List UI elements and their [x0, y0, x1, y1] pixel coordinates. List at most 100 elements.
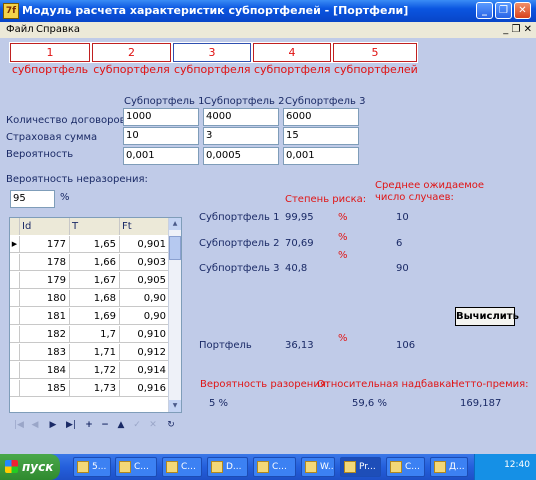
grid-cell-ft[interactable]: 0,903 [120, 254, 170, 271]
taskbar-button[interactable]: C... [115, 457, 157, 477]
probability-field-3[interactable]: 0,001 [283, 147, 359, 165]
data-grid[interactable]: Id T Ft ▶ 177 1,65 0,901 178 1,66 0,903 179 1,67… [9, 217, 182, 413]
grid-cell-t[interactable]: 1,69 [70, 308, 120, 325]
nav-next-button[interactable]: ▶ [47, 419, 59, 431]
nav-edit-button[interactable]: ▲ [115, 419, 127, 431]
grid-cell-t[interactable]: 1,65 [70, 236, 120, 253]
grid-indicator-header [10, 218, 20, 235]
grid-cell-t[interactable]: 1,72 [70, 362, 120, 379]
non-ruin-probability-input[interactable]: 95 [10, 190, 55, 208]
grid-header-ft[interactable]: Ft [120, 218, 170, 235]
app-icon [77, 461, 89, 473]
grid-cell-id[interactable]: 178 [20, 254, 70, 271]
ruin-probability-label: Вероятность разорения: [200, 379, 330, 390]
tab-5-subportfolios[interactable]: 5 субпортфелей [332, 42, 418, 76]
scroll-down-arrow[interactable]: ▼ [169, 400, 181, 412]
table-row[interactable]: ▶ 177 1,65 0,901 [10, 236, 170, 253]
grid-cell-t[interactable]: 1,7 [70, 326, 120, 343]
start-button[interactable]: пуск [0, 454, 60, 480]
nav-post-button[interactable]: ✓ [131, 419, 143, 431]
label-probability: Вероятность [6, 149, 74, 160]
tab-2-subportfolios[interactable]: 2 субпортфеля [91, 42, 172, 76]
grid-cell-ft[interactable]: 0,912 [120, 344, 170, 361]
nav-first-button[interactable]: |◀ [13, 419, 25, 431]
grid-cell-ft[interactable]: 0,905 [120, 272, 170, 289]
grid-cell-t[interactable]: 1,68 [70, 290, 120, 307]
probability-field-2[interactable]: 0,0005 [203, 147, 279, 165]
nav-prior-button[interactable]: ◀ [29, 419, 41, 431]
grid-cell-id[interactable]: 177 [20, 236, 70, 253]
nav-last-button[interactable]: ▶| [65, 419, 77, 431]
scroll-thumb[interactable] [169, 236, 181, 260]
sum-field-1[interactable]: 10 [123, 127, 199, 145]
grid-header-t[interactable]: T [70, 218, 120, 235]
taskbar-button[interactable]: C... [162, 457, 202, 477]
grid-cell-id[interactable]: 184 [20, 362, 70, 379]
system-tray: 12:40 [474, 454, 536, 480]
nav-insert-button[interactable]: + [83, 419, 95, 431]
grid-cell-ft[interactable]: 0,901 [120, 236, 170, 253]
grid-cell-t[interactable]: 1,67 [70, 272, 120, 289]
table-row[interactable]: 184 1,72 0,914 [10, 362, 170, 379]
taskbar-button-label: W... [320, 462, 335, 472]
taskbar-button[interactable]: W... [301, 457, 335, 477]
table-row[interactable]: 183 1,71 0,912 [10, 344, 170, 361]
title-bar[interactable]: 7f Модуль расчета характеристик субпортф… [0, 0, 536, 22]
tab-4-subportfolios[interactable]: 4 субпортфеля [252, 42, 332, 76]
taskbar-button[interactable]: D... [207, 457, 248, 477]
contracts-field-1[interactable]: 1000 [123, 108, 199, 126]
grid-cell-ft[interactable]: 0,914 [120, 362, 170, 379]
grid-header-id[interactable]: Id [20, 218, 70, 235]
table-row[interactable]: 180 1,68 0,90 [10, 290, 170, 307]
taskbar-button[interactable]: C... [253, 457, 296, 477]
window-title: Модуль расчета характеристик субпортфеле… [22, 4, 409, 17]
taskbar-button[interactable]: Pr... [340, 457, 381, 477]
app-icon [344, 461, 356, 473]
restore-button[interactable]: ❐ [495, 2, 512, 19]
grid-cell-id[interactable]: 185 [20, 380, 70, 397]
app-icon [119, 461, 131, 473]
sum-field-3[interactable]: 15 [283, 127, 359, 145]
table-row[interactable]: 182 1,7 0,910 [10, 326, 170, 343]
table-row[interactable]: 178 1,66 0,903 [10, 254, 170, 271]
nav-refresh-button[interactable]: ↻ [165, 419, 177, 431]
menu-file[interactable]: Файл [6, 24, 34, 35]
taskbar-button[interactable]: C... [386, 457, 425, 477]
contracts-field-3[interactable]: 6000 [283, 108, 359, 126]
app-icon [434, 461, 446, 473]
probability-field-1[interactable]: 0,001 [123, 147, 199, 165]
nav-delete-button[interactable]: − [99, 419, 111, 431]
grid-cell-t[interactable]: 1,66 [70, 254, 120, 271]
taskbar-button[interactable]: Д... [430, 457, 468, 477]
table-row[interactable]: 181 1,69 0,90 [10, 308, 170, 325]
relative-markup-value: 59,6 % [352, 398, 387, 409]
grid-cell-id[interactable]: 179 [20, 272, 70, 289]
tab-3-subportfolios[interactable]: 3 субпортфеля [172, 42, 252, 76]
grid-cell-id[interactable]: 182 [20, 326, 70, 343]
sum-field-2[interactable]: 3 [203, 127, 279, 145]
minimize-button[interactable]: _ [476, 2, 493, 19]
mdi-window-controls[interactable]: _ ❐ ✕ [503, 24, 532, 35]
taskbar-button[interactable]: 5... [73, 457, 111, 477]
grid-vertical-scrollbar[interactable]: ▲ ▼ [168, 218, 181, 412]
tab-1-subportfolio[interactable]: 1 субпортфель [9, 42, 91, 76]
calculate-button[interactable]: Вычислить [455, 307, 519, 326]
scroll-up-arrow[interactable]: ▲ [169, 218, 181, 230]
grid-cell-id[interactable]: 181 [20, 308, 70, 325]
table-row[interactable]: 179 1,67 0,905 [10, 272, 170, 289]
grid-cell-ft[interactable]: 0,916 [120, 380, 170, 397]
grid-cell-ft[interactable]: 0,910 [120, 326, 170, 343]
nav-cancel-button[interactable]: ✕ [147, 419, 159, 431]
close-button[interactable]: ✕ [514, 2, 531, 19]
grid-cell-id[interactable]: 183 [20, 344, 70, 361]
menu-help[interactable]: Справка [36, 24, 80, 35]
taskbar-button-label: C... [181, 462, 196, 472]
table-row[interactable]: 185 1,73 0,916 [10, 380, 170, 397]
contracts-field-2[interactable]: 4000 [203, 108, 279, 126]
grid-cell-t[interactable]: 1,71 [70, 344, 120, 361]
grid-cell-ft[interactable]: 0,90 [120, 290, 170, 307]
taskbar-button-label: C... [134, 462, 149, 472]
grid-cell-t[interactable]: 1,73 [70, 380, 120, 397]
grid-cell-id[interactable]: 180 [20, 290, 70, 307]
grid-cell-ft[interactable]: 0,90 [120, 308, 170, 325]
